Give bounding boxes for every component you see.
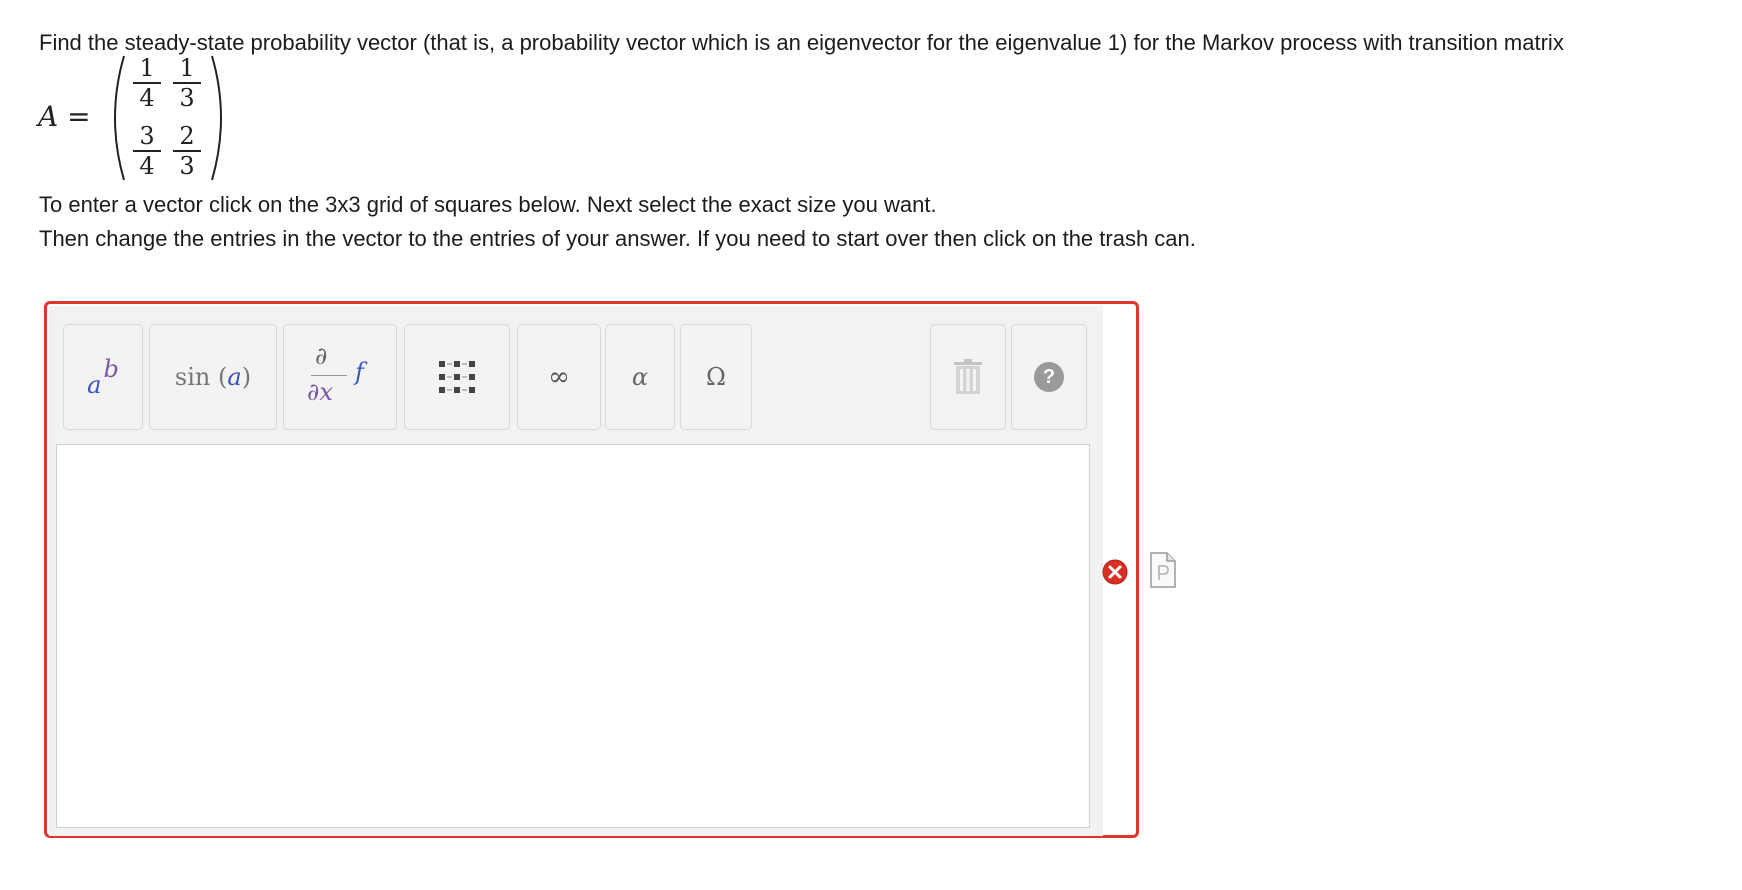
calculus-button[interactable]: ∂ ∂x f <box>283 324 397 430</box>
left-parenthesis <box>104 54 130 182</box>
right-parenthesis <box>206 54 232 182</box>
omega-icon: Ω <box>706 363 726 391</box>
instructions-line-1: To enter a vector click on the 3x3 grid … <box>39 192 937 217</box>
matrix-cell-2-2: 23 <box>170 124 204 178</box>
question-prompt: Find the steady-state probability vector… <box>39 30 1564 55</box>
superscript-button[interactable]: ab <box>63 324 143 430</box>
matrix-label: A = <box>38 100 91 133</box>
trash-button[interactable] <box>930 324 1006 430</box>
greek-uppercase-button[interactable]: Ω <box>680 324 752 430</box>
math-answer-editor: ab sin (a) ∂ ∂x f ∞ α Ω ? <box>44 301 1139 838</box>
matrix-variable: A <box>38 100 59 133</box>
matrix-cell-1-2: 13 <box>170 56 204 110</box>
matrix-grid-button[interactable] <box>404 324 510 430</box>
matrix-cell-2-1: 34 <box>130 124 164 178</box>
answer-input-field[interactable] <box>56 444 1090 828</box>
infinity-button[interactable]: ∞ <box>517 324 601 430</box>
infinity-icon: ∞ <box>548 362 570 392</box>
alpha-icon: α <box>631 363 649 391</box>
incorrect-icon <box>1102 559 1128 585</box>
preview-document-icon[interactable] <box>1150 552 1176 588</box>
matrix-grid-icon <box>439 361 475 393</box>
trash-icon <box>954 359 982 394</box>
greek-lowercase-button[interactable]: α <box>605 324 675 430</box>
instructions-line-2: Then change the entries in the vector to… <box>39 226 1196 251</box>
help-icon: ? <box>1034 362 1064 392</box>
equals-sign: = <box>67 100 91 133</box>
functions-button[interactable]: sin (a) <box>149 324 277 430</box>
transition-matrix: A = 14 13 34 23 <box>38 54 238 182</box>
help-button[interactable]: ? <box>1011 324 1087 430</box>
matrix-cell-1-1: 14 <box>130 56 164 110</box>
